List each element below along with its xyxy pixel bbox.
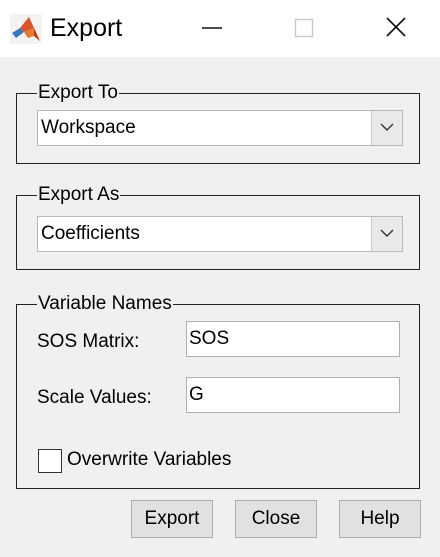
scale-values-input[interactable]: [186, 377, 400, 413]
title-bar: Export: [0, 0, 440, 57]
export-as-dropdown-arrow[interactable]: [371, 217, 402, 251]
variable-names-legend: Variable Names: [37, 292, 173, 316]
export-to-dropdown[interactable]: Workspace: [37, 110, 403, 146]
help-button[interactable]: Help: [339, 500, 421, 538]
maximize-button[interactable]: [281, 8, 327, 48]
close-icon: [386, 17, 406, 37]
export-as-legend: Export As: [37, 183, 121, 207]
close-button[interactable]: Close: [235, 500, 317, 538]
close-window-button[interactable]: [373, 8, 419, 48]
sos-matrix-input[interactable]: [186, 321, 400, 357]
chevron-down-icon: [380, 229, 394, 237]
matlab-logo-icon: [10, 14, 42, 44]
export-button[interactable]: Export: [131, 500, 213, 538]
export-as-selected: Coefficients: [41, 223, 140, 244]
export-to-legend: Export To: [37, 81, 119, 105]
export-as-dropdown[interactable]: Coefficients: [37, 216, 403, 252]
overwrite-variables-checkbox[interactable]: [38, 449, 62, 473]
scale-values-label: Scale Values:: [37, 387, 152, 408]
minimize-icon: [202, 27, 222, 29]
overwrite-variables-label[interactable]: Overwrite Variables: [67, 448, 231, 472]
export-to-group: Export To Workspace: [16, 81, 420, 164]
variable-names-group: Variable Names SOS Matrix: Scale Values:…: [16, 292, 420, 489]
export-to-dropdown-arrow[interactable]: [371, 111, 402, 145]
sos-matrix-label: SOS Matrix:: [37, 331, 140, 352]
chevron-down-icon: [380, 123, 394, 131]
export-as-group: Export As Coefficients: [16, 183, 420, 270]
minimize-button[interactable]: [189, 8, 235, 48]
maximize-icon: [294, 18, 314, 38]
window-title: Export: [50, 14, 123, 42]
export-to-selected: Workspace: [41, 117, 136, 138]
